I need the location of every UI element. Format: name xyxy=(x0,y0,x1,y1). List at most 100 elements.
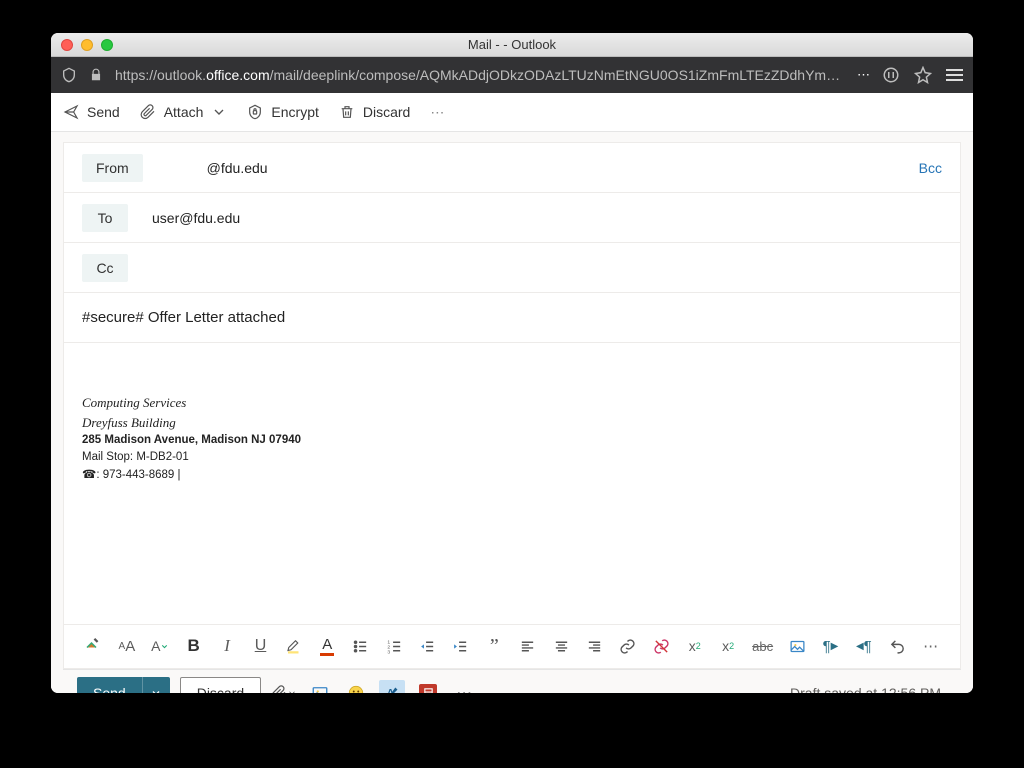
signature-line-5: ☎: 973-443-8689 | xyxy=(82,467,942,484)
numbering-button[interactable]: 123 xyxy=(385,634,404,658)
lock-icon xyxy=(89,68,103,82)
subscript-button[interactable]: x2 xyxy=(719,634,738,658)
bullets-icon xyxy=(352,638,369,655)
outdent-icon xyxy=(419,638,436,655)
indent-icon xyxy=(452,638,469,655)
format-painter-icon xyxy=(84,637,102,655)
from-label[interactable]: From xyxy=(82,154,143,182)
action-bar: Send Discard A xyxy=(63,669,961,693)
emoji-icon xyxy=(347,684,365,693)
emoji-button[interactable] xyxy=(343,680,369,693)
attach-label: Attach xyxy=(164,104,204,120)
subject-row: #secure# Offer Letter attached xyxy=(64,293,960,343)
svg-text:1: 1 xyxy=(387,639,390,645)
send-options-button[interactable] xyxy=(142,677,170,693)
url-prefix: https://outlook. xyxy=(115,67,206,83)
window-title: Mail - - Outlook xyxy=(51,37,973,52)
bcc-toggle[interactable]: Bcc xyxy=(919,160,942,176)
formatting-icon: A xyxy=(384,684,401,693)
align-center-button[interactable] xyxy=(552,634,571,658)
discard-label: Discard xyxy=(363,104,410,120)
insert-picture-bottom-button[interactable] xyxy=(307,680,333,693)
addrbar-actions xyxy=(882,66,963,84)
align-center-icon xyxy=(553,638,570,655)
align-right-icon xyxy=(586,638,603,655)
picture-icon xyxy=(789,638,806,655)
underline-button[interactable]: U xyxy=(251,634,270,658)
ltr-button[interactable]: ¶▶ xyxy=(821,634,840,658)
draft-status: Draft saved at 12:56 PM xyxy=(790,685,947,693)
outdent-button[interactable] xyxy=(418,634,437,658)
highlighter-icon xyxy=(285,637,303,655)
indent-button[interactable] xyxy=(451,634,470,658)
from-row: From @fdu.edu Bcc xyxy=(64,143,960,193)
link-button[interactable] xyxy=(619,634,638,658)
tracking-protection-icon[interactable] xyxy=(61,67,77,83)
bold-button[interactable]: B xyxy=(184,634,203,658)
align-right-button[interactable] xyxy=(585,634,604,658)
italic-button[interactable]: I xyxy=(218,634,237,658)
encrypt-button[interactable]: Encrypt xyxy=(247,104,318,120)
discard-button[interactable]: Discard xyxy=(339,104,410,120)
unlink-button[interactable] xyxy=(652,634,671,658)
svg-text:3: 3 xyxy=(387,649,390,654)
send-button[interactable]: Send xyxy=(63,104,120,120)
minimize-window-button[interactable] xyxy=(81,39,93,51)
signature-button[interactable] xyxy=(415,680,441,693)
format-painter-button[interactable] xyxy=(84,634,103,658)
send-icon xyxy=(63,104,79,120)
paperclip-icon xyxy=(271,685,287,693)
send-split-button: Send xyxy=(77,677,170,693)
menu-icon[interactable] xyxy=(946,69,963,81)
unlink-icon xyxy=(653,638,670,655)
more-format-button[interactable]: ⋯ xyxy=(921,634,940,658)
url-field[interactable]: https://outlook.office.com/mail/deeplink… xyxy=(115,67,845,83)
paperclip-icon xyxy=(140,104,156,120)
more-bottom-button[interactable]: ⋯ xyxy=(451,680,477,693)
signature-line-3: 285 Madison Avenue, Madison NJ 07940 xyxy=(82,432,942,449)
attach-bottom-button[interactable] xyxy=(271,680,297,693)
font-size-button[interactable]: A xyxy=(151,634,170,658)
bookmark-star-icon[interactable] xyxy=(914,66,932,84)
undo-button[interactable] xyxy=(888,634,907,658)
subject-input[interactable]: #secure# Offer Letter attached xyxy=(82,309,285,326)
formatting-toggle-button[interactable]: A xyxy=(379,680,405,693)
insert-picture-button[interactable] xyxy=(788,634,807,658)
superscript-button[interactable]: x2 xyxy=(685,634,704,658)
to-row: To user@fdu.edu xyxy=(64,193,960,243)
maximize-window-button[interactable] xyxy=(101,39,113,51)
highlight-button[interactable] xyxy=(284,634,303,658)
address-bar: https://outlook.office.com/mail/deeplink… xyxy=(51,57,973,93)
signature-line-1: Computing Services xyxy=(82,393,942,413)
square-icon xyxy=(419,684,437,693)
more-actions-button[interactable]: ⋯ xyxy=(430,104,444,121)
font-color-button[interactable]: A xyxy=(318,634,337,658)
from-value[interactable]: @fdu.edu xyxy=(207,160,268,176)
url-suffix: /mail/deeplink/compose/AQMkADdjODkzODAzL… xyxy=(270,67,845,83)
browser-window: Mail - - Outlook https://outlook.office.… xyxy=(51,33,973,693)
font-family-button[interactable]: AA xyxy=(117,634,136,658)
cc-row: Cc xyxy=(64,243,960,293)
quote-button[interactable]: ” xyxy=(485,634,504,658)
to-value[interactable]: user@fdu.edu xyxy=(152,210,240,226)
compose-card: From @fdu.edu Bcc To user@fdu.edu Cc #se… xyxy=(63,142,961,669)
url-more-icon[interactable]: ⋯ xyxy=(857,67,870,83)
cc-label[interactable]: Cc xyxy=(82,254,128,282)
strikethrough-button[interactable]: abc xyxy=(752,634,773,658)
svg-text:2: 2 xyxy=(387,644,390,650)
chevron-down-icon xyxy=(287,688,297,693)
encrypt-label: Encrypt xyxy=(271,104,318,120)
close-window-button[interactable] xyxy=(61,39,73,51)
bullets-button[interactable] xyxy=(351,634,370,658)
chevron-down-icon xyxy=(150,687,162,693)
send-main-button[interactable]: Send xyxy=(77,677,142,693)
align-left-button[interactable] xyxy=(518,634,537,658)
message-body[interactable]: Computing Services Dreyfuss Building 285… xyxy=(64,343,960,624)
chevron-down-icon xyxy=(160,642,169,651)
attach-button[interactable]: Attach xyxy=(140,104,228,120)
reader-view-icon[interactable] xyxy=(882,66,900,84)
compose-area: From @fdu.edu Bcc To user@fdu.edu Cc #se… xyxy=(51,132,973,693)
discard-bottom-button[interactable]: Discard xyxy=(180,677,261,693)
to-label[interactable]: To xyxy=(82,204,128,232)
rtl-button[interactable]: ◀¶ xyxy=(854,634,873,658)
